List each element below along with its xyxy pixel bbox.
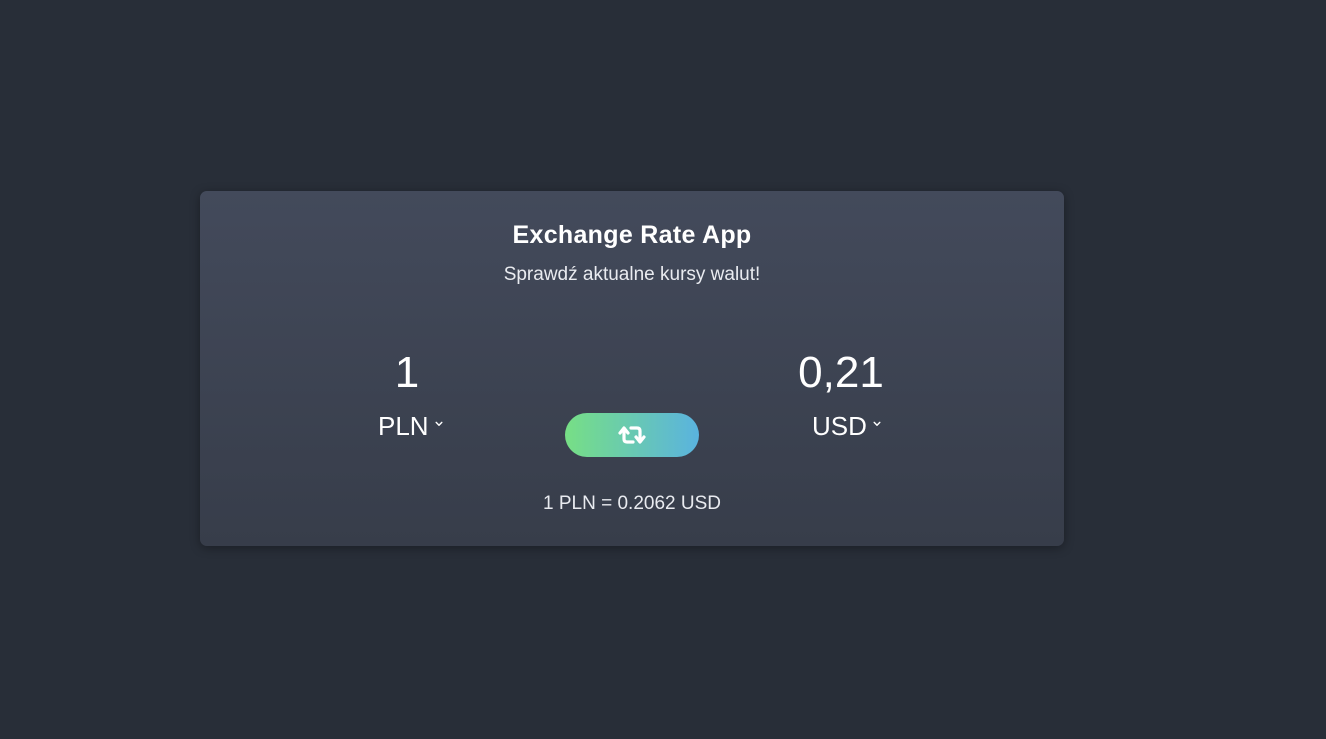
rate-base-currency: PLN xyxy=(558,493,596,514)
rate-quote-currency: USD xyxy=(680,493,722,514)
chevron-down-icon xyxy=(873,421,881,426)
from-currency-select[interactable]: PLN xyxy=(378,410,443,442)
rate-base-amount: 1 xyxy=(542,493,554,514)
from-currency-label: PLN xyxy=(378,410,429,441)
app-title: Exchange Rate App xyxy=(512,221,752,249)
converter-card: Exchange Rate App Sprawdź aktualne kursy… xyxy=(200,191,1064,546)
rate-equals: = xyxy=(601,493,613,514)
app-subtitle: Sprawdź aktualne kursy walut! xyxy=(503,264,761,285)
to-currency-select[interactable]: USD xyxy=(812,410,881,442)
swap-currencies-button[interactable] xyxy=(565,413,699,457)
chevron-down-icon xyxy=(435,421,443,426)
to-currency-label: USD xyxy=(812,410,867,441)
rate-value: 0.2062 xyxy=(617,493,676,514)
exchange-rate-text: 1 PLN = 0.2062 USD xyxy=(200,493,1064,515)
from-amount-input[interactable] xyxy=(307,346,507,400)
to-amount-input[interactable] xyxy=(741,346,941,400)
swap-arrows-icon xyxy=(618,426,646,444)
